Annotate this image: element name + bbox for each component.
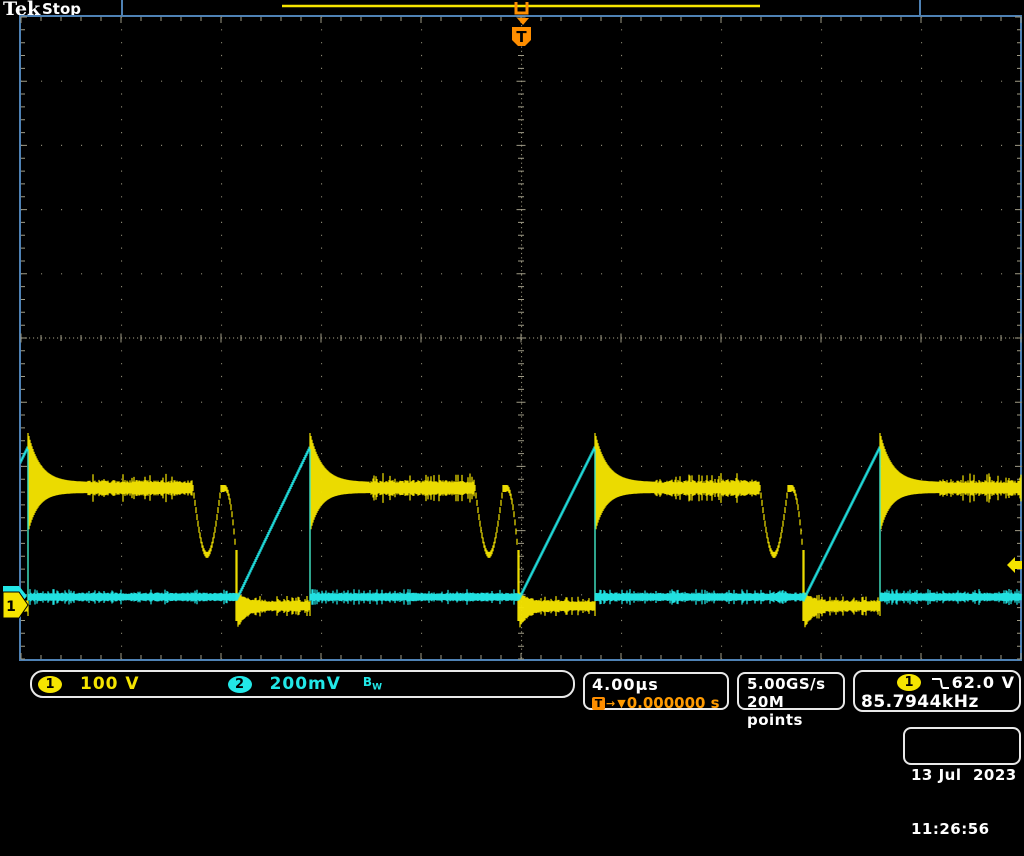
record-view-trigger-position-icon[interactable] [516,2,527,13]
scope-path [21,447,1021,606]
caret-down-icon: ▼ [617,697,625,710]
date-readout: 13 Jul 2023 [911,766,1019,784]
scope-display: T 1 [0,0,1024,768]
arrow-right-icon: → [606,697,615,710]
record-length: 20M points [747,693,843,729]
trigger-level-arrow-icon[interactable] [1007,557,1022,573]
channel-readout-box[interactable]: 1 100 V 2 200mV BW [30,670,575,698]
ch2-bandwidth-limit-indicator: BW [363,675,382,692]
ch1-ground-marker-label: 1 [6,599,16,615]
trigger-readout-box[interactable]: 1 62.0 V 85.7944kHz [853,670,1021,712]
ch1-badge[interactable]: 1 [38,676,62,693]
trigger-frequency-readout: 85.7944kHz [861,692,1015,712]
trigger-level-readout: 62.0 V [952,673,1015,692]
trigger-position-readout: T → ▼ 0.000000 s [592,694,727,712]
sample-rate: 5.00GS/s [747,675,843,693]
trigger-offset-value: 0.000000 s [627,694,720,712]
timebase-readout-box[interactable]: 4.00µs T → ▼ 0.000000 s [583,672,729,710]
ch2-badge[interactable]: 2 [228,676,252,693]
trigger-position-caret-icon [517,18,529,25]
trigger-position-flag[interactable]: T [512,27,531,46]
falling-edge-icon [931,675,951,691]
ch1-scale-readout: 100 V [80,674,140,694]
trigger-source-badge: 1 [897,674,921,691]
datetime-box: 13 Jul 2023 11:26:56 [903,727,1021,765]
trigger-t-icon: T [592,697,605,710]
trigger-flag-label: T [516,28,527,46]
time-readout: 11:26:56 [911,820,1019,838]
ch2-scale-readout: 200mV [270,674,341,694]
timebase-scale: 4.00µs [592,675,727,694]
acquisition-readout-box[interactable]: 5.00GS/s 20M points [737,672,845,710]
